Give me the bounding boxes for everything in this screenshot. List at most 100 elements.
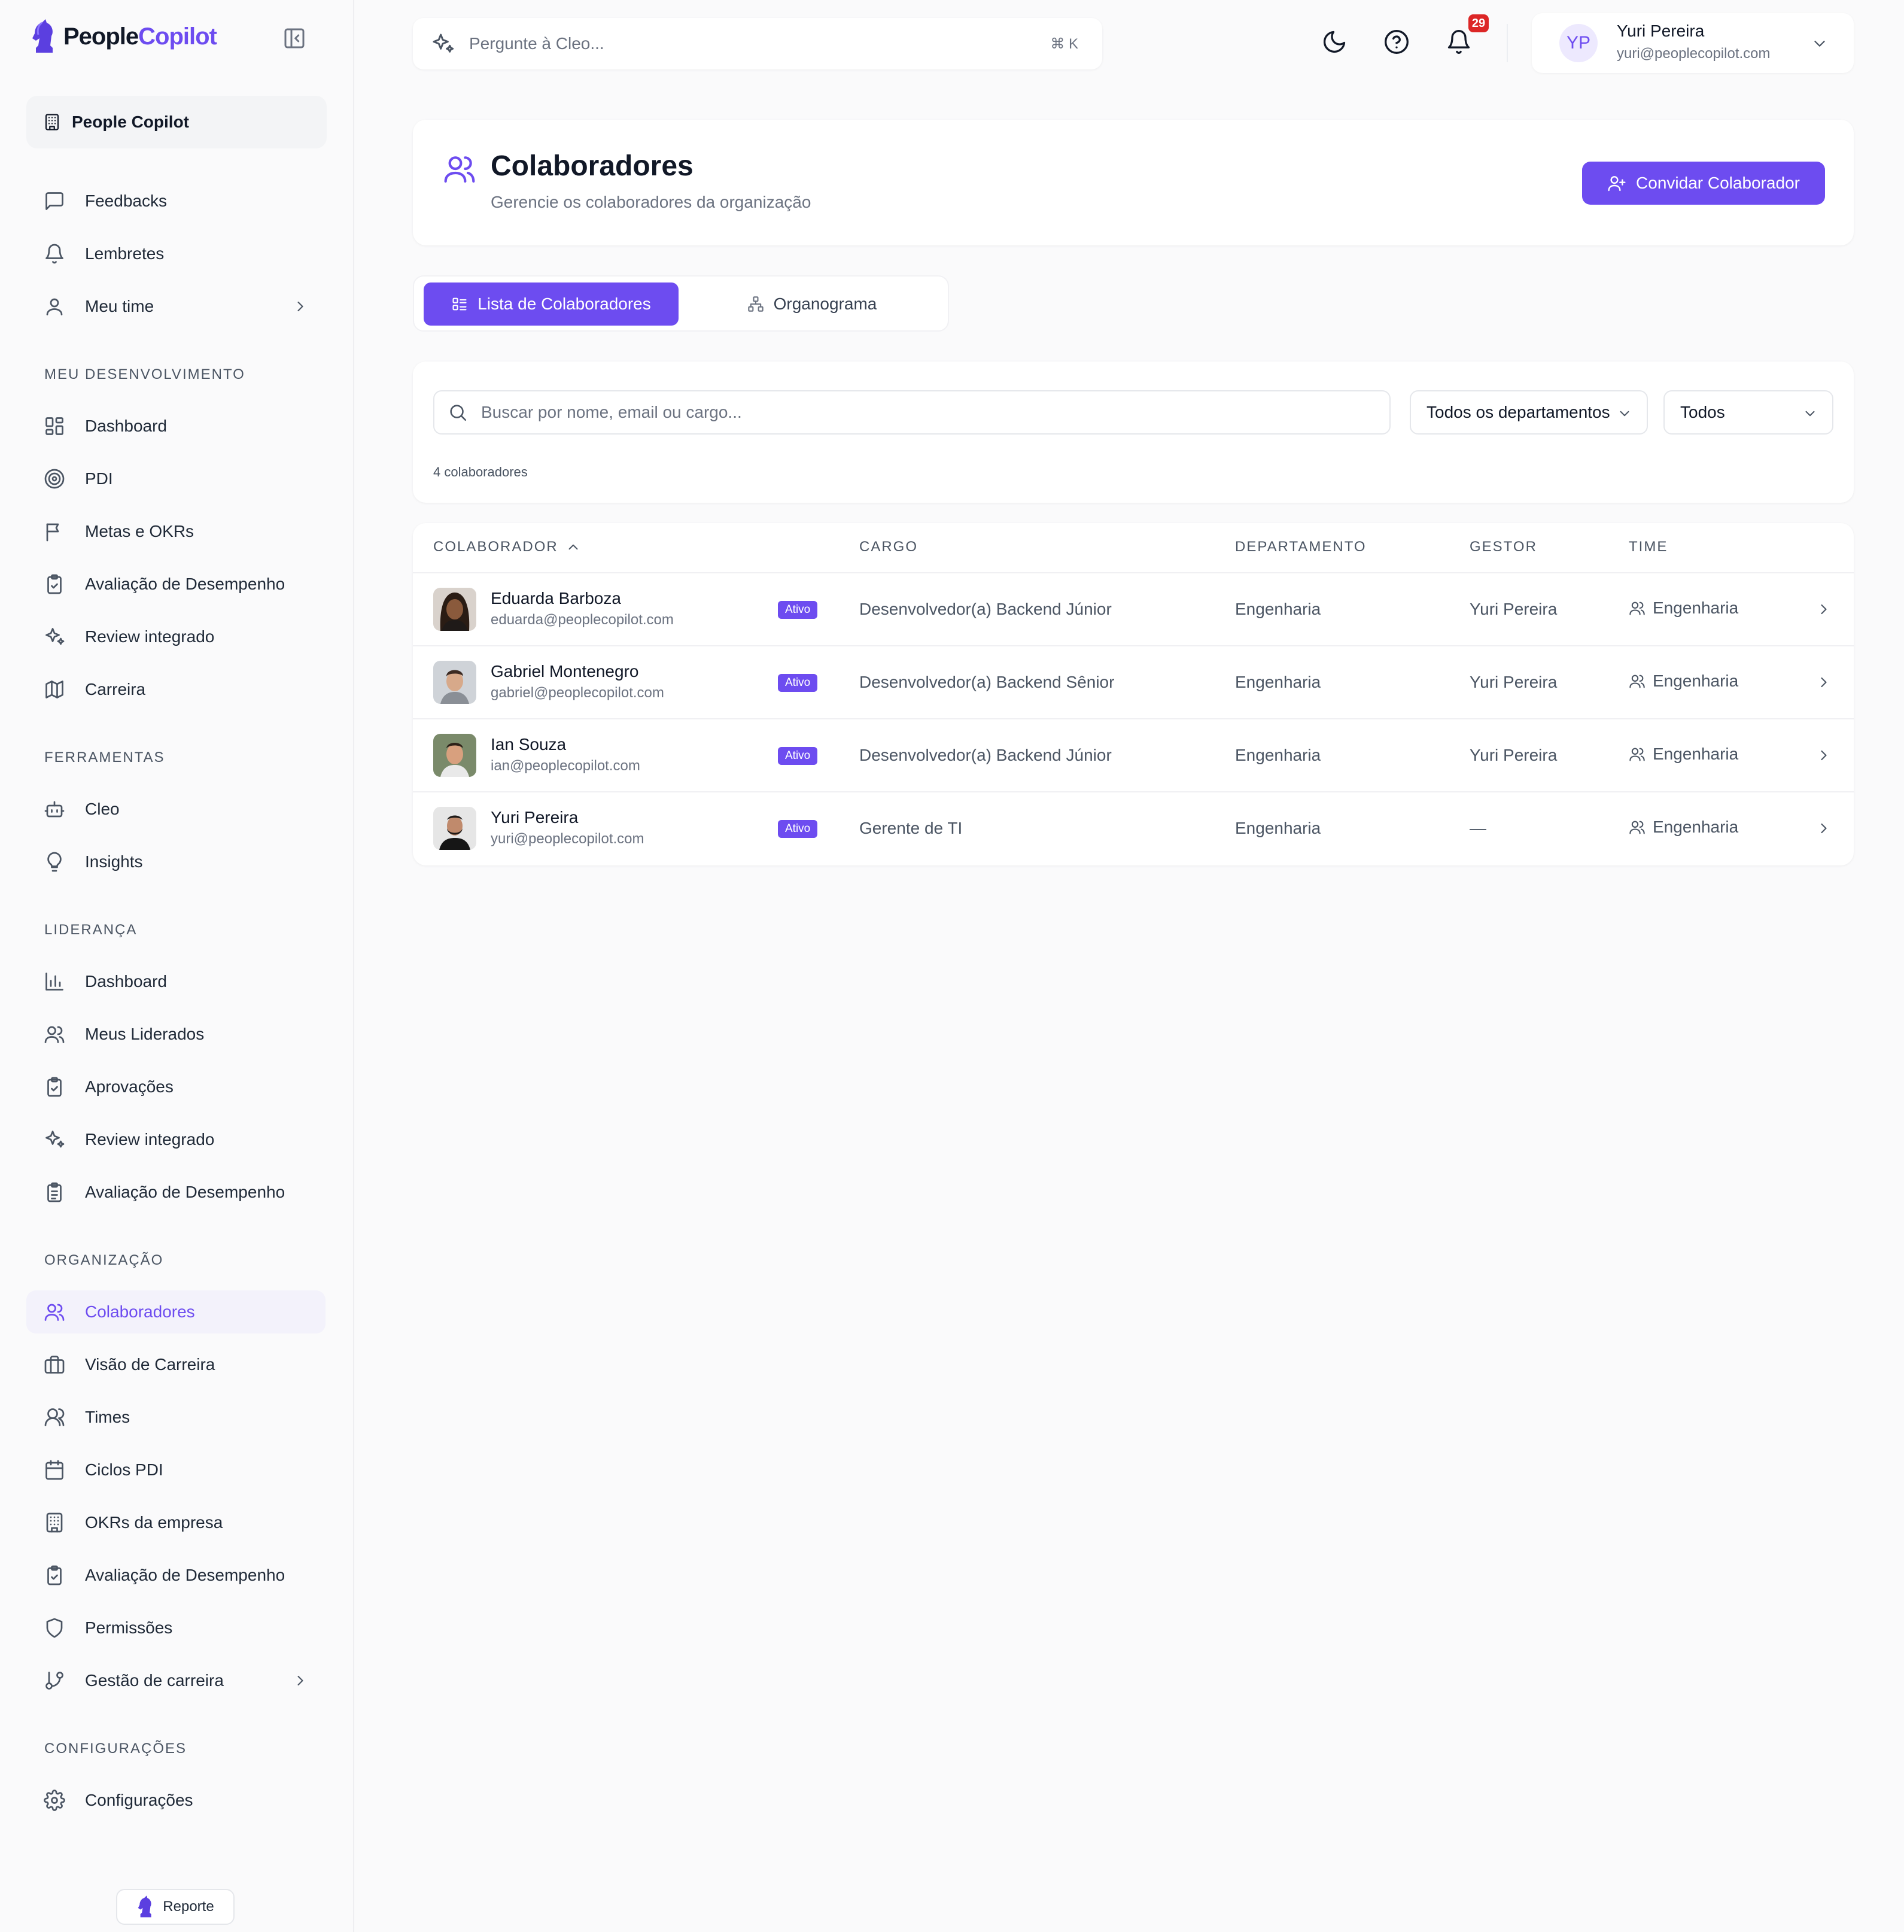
invite-collaborator-button[interactable]: Convidar Colaborador	[1582, 162, 1825, 205]
notifications-badge: 29	[1468, 14, 1489, 32]
collaborator-cargo: Desenvolvedor(a) Backend Sênior	[859, 673, 1115, 691]
sidebar-item-carreira[interactable]: Carreira	[26, 668, 326, 711]
bell-icon	[1447, 30, 1470, 54]
sidebar-item-okrs-empresa[interactable]: OKRs da empresa	[26, 1501, 326, 1544]
users-icon	[1629, 675, 1645, 688]
collaborator-cargo: Desenvolvedor(a) Backend Júnior	[859, 600, 1112, 618]
column-header-colaborador[interactable]: COLABORADOR	[433, 539, 581, 555]
sidebar-item-gestao-carreira[interactable]: Gestão de carreira	[26, 1659, 326, 1702]
sidebar-item-review[interactable]: Review integrado	[26, 615, 326, 658]
sidebar-item-label: Cleo	[85, 800, 120, 818]
column-header-label: COLABORADOR	[433, 539, 558, 555]
sidebar-item-dashboard[interactable]: Dashboard	[26, 405, 326, 448]
status-badge: Ativo	[778, 820, 818, 838]
report-button[interactable]: Reporte	[116, 1889, 235, 1925]
sidebar-item-ciclos-pdi[interactable]: Ciclos PDI	[26, 1448, 326, 1491]
sidebar-item-colaboradores[interactable]: Colaboradores	[26, 1290, 326, 1333]
org-switcher[interactable]: People Copilot	[26, 96, 327, 148]
collaborator-gestor: Yuri Pereira	[1470, 673, 1558, 691]
sidebar-item-lead-dashboard[interactable]: Dashboard	[26, 960, 326, 1003]
chevron-down-icon	[1617, 406, 1632, 421]
bar-chart-icon	[43, 970, 66, 993]
column-header-gestor: GESTOR	[1470, 539, 1537, 555]
building-icon	[45, 114, 59, 130]
list-icon	[452, 297, 467, 311]
section-title-org: ORGANIZAÇÃO	[44, 1252, 164, 1268]
department-select[interactable]: Todos os departamentos	[1410, 390, 1648, 435]
collaborator-departamento: Engenharia	[1235, 819, 1321, 837]
sidebar-item-lead-avaliacao[interactable]: Avaliação de Desempenho	[26, 1171, 326, 1214]
collaborator-email: ian@peoplecopilot.com	[491, 758, 640, 774]
sidebar-collapse-button[interactable]	[282, 26, 306, 50]
sidebar-item-label: Lembretes	[85, 244, 165, 263]
help-button[interactable]	[1383, 29, 1410, 55]
layout-dashboard-icon	[43, 415, 66, 438]
briefcase-icon	[43, 1353, 66, 1376]
moon-icon	[1323, 31, 1346, 53]
sidebar-item-pdi[interactable]: PDI	[26, 457, 326, 500]
sidebar-item-cleo[interactable]: Cleo	[26, 788, 326, 831]
sidebar-item-meu-time[interactable]: Meu time	[26, 285, 326, 328]
collaborator-name: Gabriel Montenegro	[491, 662, 639, 681]
collaborator-departamento: Engenharia	[1235, 600, 1321, 618]
users-icon	[1629, 748, 1645, 761]
collaborator-gestor: Yuri Pereira	[1470, 600, 1558, 618]
users-icon	[1629, 821, 1645, 834]
chevron-right-icon[interactable]	[1815, 820, 1832, 837]
search-input[interactable]: Buscar por nome, email ou cargo...	[433, 390, 1391, 435]
user-menu[interactable]: YP Yuri Pereira yuri@peoplecopilot.com	[1532, 13, 1854, 73]
shortcut-hint: ⌘ K	[1050, 35, 1078, 52]
users-icon	[43, 1023, 66, 1046]
table-row[interactable]: Yuri Pereira yuri@peoplecopilot.com Ativ…	[413, 792, 1854, 865]
chevron-right-icon[interactable]	[1815, 674, 1832, 691]
sidebar-item-label: Avaliação de Desempenho	[85, 1183, 285, 1201]
page-header: Colaboradores Gerencie os colaboradores …	[413, 120, 1854, 245]
ask-cleo-input[interactable]: Pergunte à Cleo... ⌘ K	[413, 18, 1102, 69]
logo[interactable]: PeopleCopilot	[30, 18, 217, 55]
collaborator-cargo: Gerente de TI	[859, 819, 963, 837]
collaborator-cargo: Desenvolvedor(a) Backend Júnior	[859, 746, 1112, 764]
table-row[interactable]: Gabriel Montenegro gabriel@peoplecopilot…	[413, 646, 1854, 719]
clipboard-check-icon	[43, 1076, 66, 1098]
sidebar-item-aprovacoes[interactable]: Aprovações	[26, 1065, 326, 1108]
clipboard-list-icon	[43, 1181, 66, 1204]
sidebar-item-insights[interactable]: Insights	[26, 840, 326, 883]
sidebar-item-configuracoes[interactable]: Configurações	[26, 1779, 326, 1822]
target-icon	[43, 467, 66, 490]
sidebar-item-org-avaliacao[interactable]: Avaliação de Desempenho	[26, 1554, 326, 1597]
section-title-lead: LIDERANÇA	[44, 922, 138, 938]
knight-logo-icon	[32, 19, 53, 53]
sidebar-item-lead-review[interactable]: Review integrado	[26, 1118, 326, 1161]
collaborator-time: Engenharia	[1629, 672, 1738, 691]
theme-toggle-button[interactable]	[1321, 29, 1348, 55]
brand-name-part2: Copilot	[138, 23, 217, 50]
tab-organograma[interactable]: Organograma	[731, 282, 893, 326]
search-icon	[450, 405, 467, 421]
notifications-button[interactable]	[1446, 29, 1472, 55]
message-square-icon	[43, 190, 66, 212]
status-badge: Ativo	[778, 601, 818, 619]
sidebar-item-meus-liderados[interactable]: Meus Liderados	[26, 1013, 326, 1056]
sidebar-item-times[interactable]: Times	[26, 1396, 326, 1439]
sidebar-item-visao-carreira[interactable]: Visão de Carreira	[26, 1343, 326, 1386]
table-row[interactable]: Ian Souza ian@peoplecopilot.com Ativo De…	[413, 719, 1854, 792]
chevron-right-icon[interactable]	[1815, 601, 1832, 618]
avatar	[433, 734, 476, 777]
sidebar-item-label: Metas e OKRs	[85, 522, 194, 540]
map-icon	[43, 678, 66, 701]
table-row[interactable]: Eduarda Barboza eduarda@peoplecopilot.co…	[413, 573, 1854, 646]
sidebar-item-label: Aprovações	[85, 1077, 174, 1096]
sidebar-item-metas-okrs[interactable]: Metas e OKRs	[26, 510, 326, 553]
sidebar-item-avaliacao[interactable]: Avaliação de Desempenho	[26, 563, 326, 606]
sidebar-item-lembretes[interactable]: Lembretes	[26, 232, 326, 275]
collaborators-table: COLABORADOR CARGO DEPARTAMENTO GESTOR TI…	[413, 523, 1854, 865]
team-label: Engenharia	[1653, 599, 1739, 617]
tab-lista-colaboradores[interactable]: Lista de Colaboradores	[424, 282, 679, 326]
sidebar-item-feedbacks[interactable]: Feedbacks	[26, 180, 326, 223]
sidebar-item-label: OKRs da empresa	[85, 1513, 223, 1532]
avatar	[433, 807, 476, 850]
status-select[interactable]: Todos	[1663, 390, 1833, 435]
chevron-right-icon[interactable]	[1815, 747, 1832, 764]
sidebar-item-permissoes[interactable]: Permissões	[26, 1606, 326, 1650]
ask-cleo-placeholder: Pergunte à Cleo...	[469, 34, 604, 53]
